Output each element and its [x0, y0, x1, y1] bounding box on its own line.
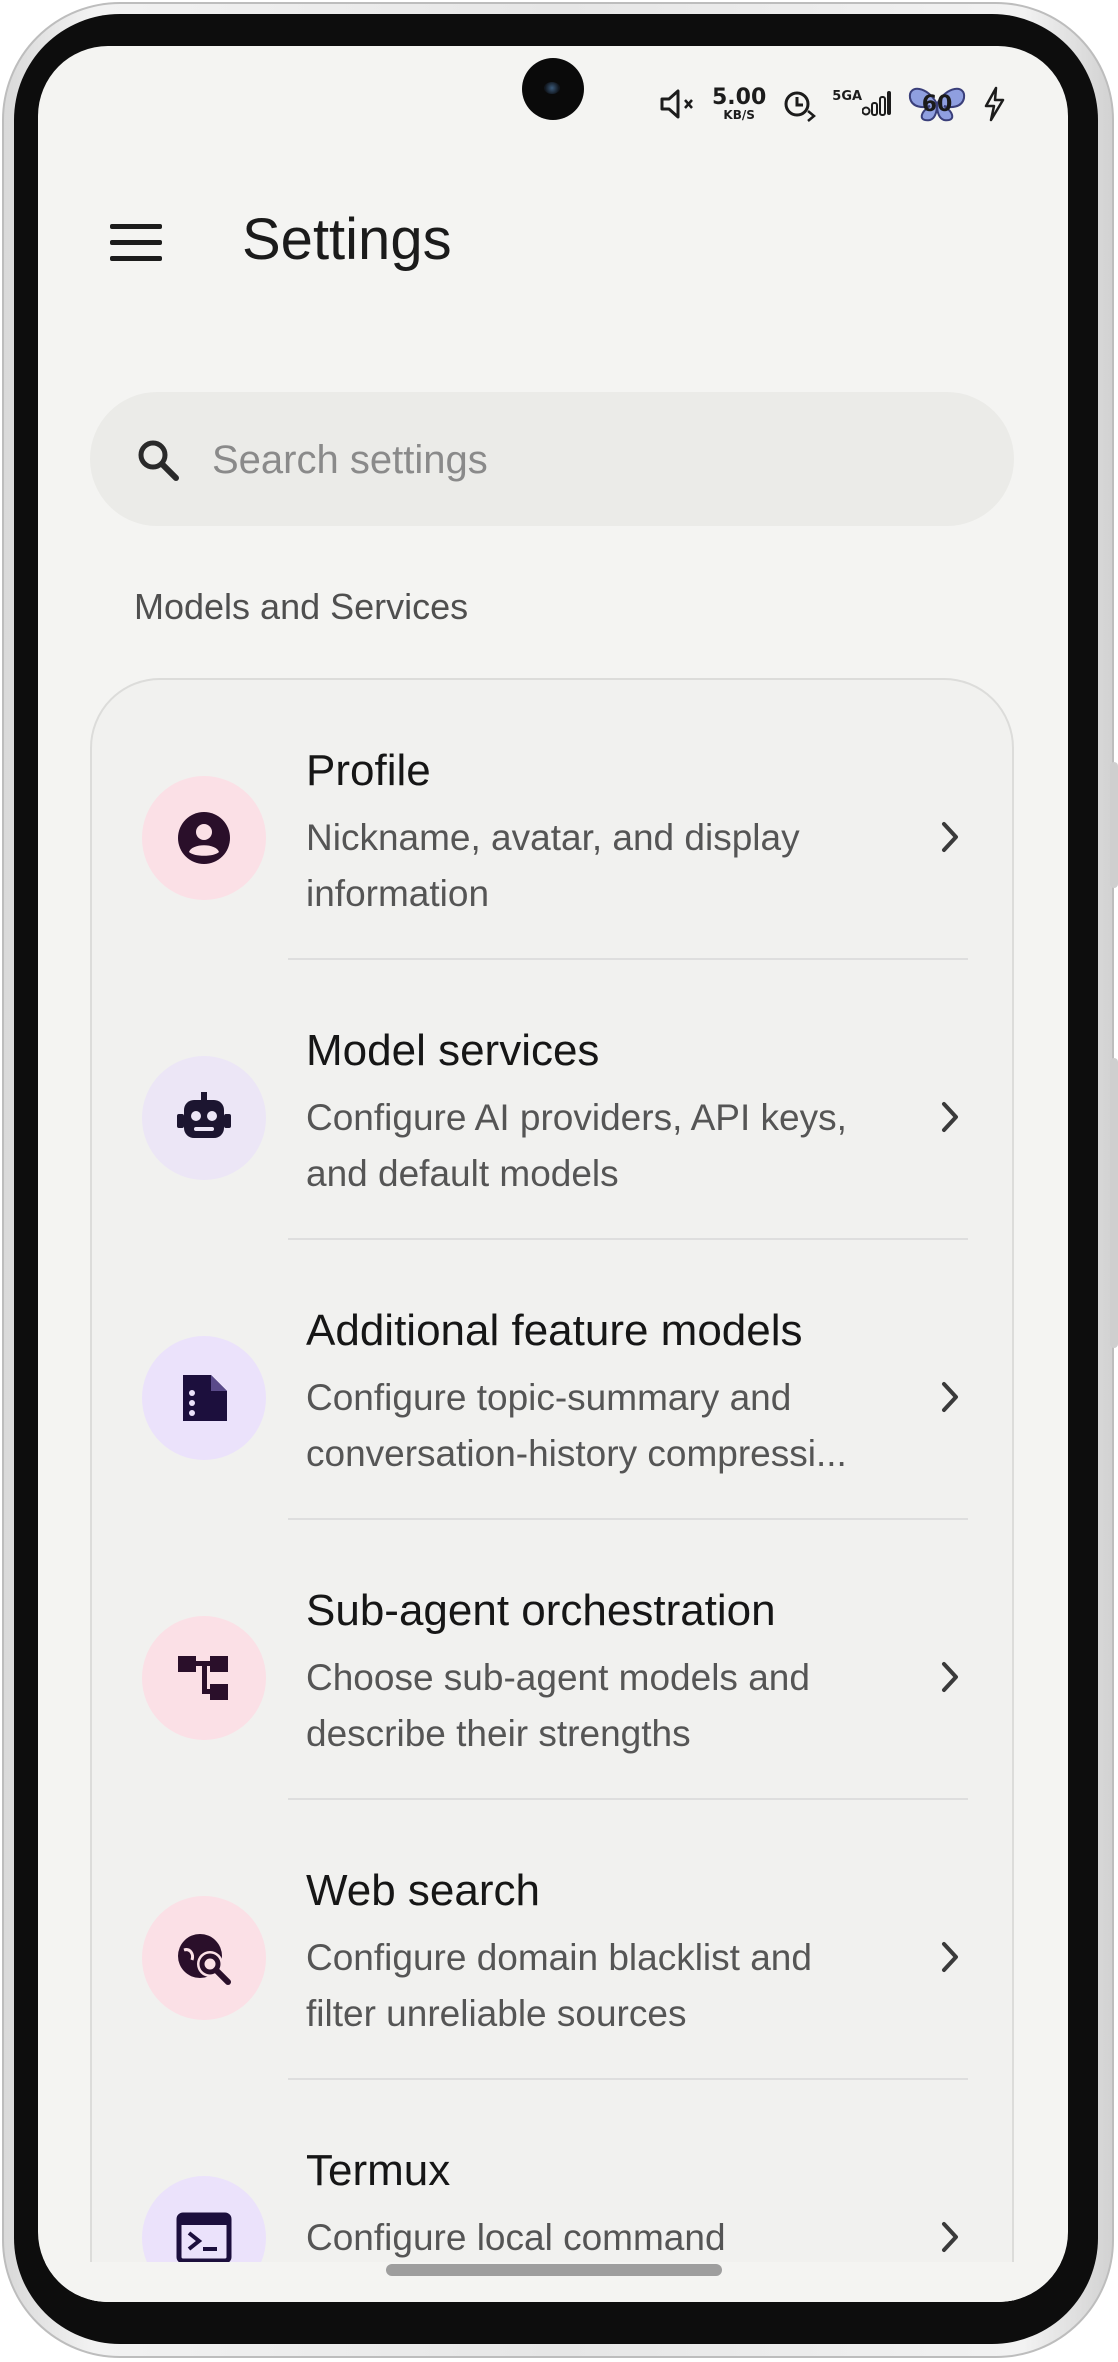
- settings-card: Profile Nickname, avatar, and display in…: [90, 678, 1014, 2302]
- setting-row-additional-feature-models[interactable]: Additional feature models Configure topi…: [92, 1240, 1012, 1520]
- setting-row-sub-agent-orchestration[interactable]: Sub-agent orchestration Choose sub-agent…: [92, 1520, 1012, 1800]
- signal-bars-icon: [862, 91, 892, 116]
- setting-description: Configure topic-summary and conversation…: [306, 1370, 926, 1482]
- setting-title: Model services: [306, 1026, 600, 1075]
- setting-description-line2: filter unreliable sources: [306, 1993, 687, 2034]
- hierarchy-icon: [142, 1616, 266, 1740]
- setting-title: Web search: [306, 1866, 540, 1915]
- setting-row-model-services[interactable]: Model services Configure AI providers, A…: [92, 960, 1012, 1240]
- page-title: Settings: [242, 207, 452, 272]
- front-camera: [522, 58, 584, 120]
- chevron-right-icon: [942, 2222, 958, 2252]
- setting-description: Configure local command: [306, 2210, 926, 2266]
- power-button: [1110, 1058, 1118, 1348]
- network-speed-unit: KB/S: [723, 108, 755, 122]
- setting-description: Configure domain blacklist and filter un…: [306, 1930, 926, 2042]
- document-icon: [142, 1336, 266, 1460]
- setting-row-web-search[interactable]: Web search Configure domain blacklist an…: [92, 1800, 1012, 2080]
- mute-icon: [658, 86, 698, 122]
- volume-button: [1110, 762, 1118, 888]
- setting-title: Sub-agent orchestration: [306, 1586, 776, 1635]
- setting-description-line1: Configure topic-summary and: [306, 1377, 792, 1418]
- setting-description-line1: Configure AI providers, API keys,: [306, 1097, 847, 1138]
- setting-description-line1: Configure local command: [306, 2217, 726, 2258]
- phone-device: 5.00 KB/S 5GA 60 Settings Search setting…: [0, 0, 1118, 2362]
- app-bar: Settings: [38, 196, 1068, 296]
- setting-description: Choose sub-agent models and describe the…: [306, 1650, 926, 1762]
- web-search-icon: [142, 1896, 266, 2020]
- setting-description-line2: conversation-history compressi...: [306, 1433, 847, 1474]
- chevron-right-icon: [942, 1942, 958, 1972]
- search-bar[interactable]: [90, 392, 1014, 526]
- charging-icon: [982, 86, 1006, 122]
- network-speed: 5.00 KB/S: [712, 85, 767, 122]
- section-header: Models and Services: [134, 586, 469, 627]
- setting-description-line1: Configure domain blacklist and: [306, 1937, 812, 1978]
- battery-indicator: 60: [906, 84, 968, 124]
- setting-description-line1: Choose sub-agent models and: [306, 1657, 810, 1698]
- setting-description-line1: Nickname, avatar, and display: [306, 817, 800, 858]
- robot-icon: [142, 1056, 266, 1180]
- chevron-right-icon: [942, 1102, 958, 1132]
- setting-row-profile[interactable]: Profile Nickname, avatar, and display in…: [92, 680, 1012, 960]
- setting-description: Configure AI providers, API keys, and de…: [306, 1090, 926, 1202]
- screen: 5.00 KB/S 5GA 60 Settings Search setting…: [38, 46, 1068, 2302]
- chevron-right-icon: [942, 822, 958, 852]
- chevron-right-icon: [942, 1382, 958, 1412]
- alarm-icon: [780, 85, 818, 123]
- gesture-handle[interactable]: [386, 2264, 722, 2276]
- setting-title: Termux: [306, 2146, 451, 2195]
- setting-description-line2: and default models: [306, 1153, 619, 1194]
- network-speed-value: 5.00: [712, 85, 767, 110]
- setting-title: Profile: [306, 746, 431, 795]
- setting-description-line2: information: [306, 873, 490, 914]
- battery-level: 60: [921, 91, 953, 117]
- search-input[interactable]: [210, 424, 974, 496]
- chevron-right-icon: [942, 1662, 958, 1692]
- status-bar: 5.00 KB/S 5GA 60: [658, 84, 1006, 124]
- setting-description-line2: describe their strengths: [306, 1713, 691, 1754]
- cellular-signal: 5GA: [832, 89, 892, 119]
- setting-description: Nickname, avatar, and display informatio…: [306, 810, 926, 922]
- search-icon: [138, 440, 179, 481]
- setting-title: Additional feature models: [306, 1306, 803, 1355]
- cellular-signal-label: 5GA: [832, 88, 863, 104]
- account-circle-icon: [142, 776, 266, 900]
- menu-icon[interactable]: [110, 220, 164, 264]
